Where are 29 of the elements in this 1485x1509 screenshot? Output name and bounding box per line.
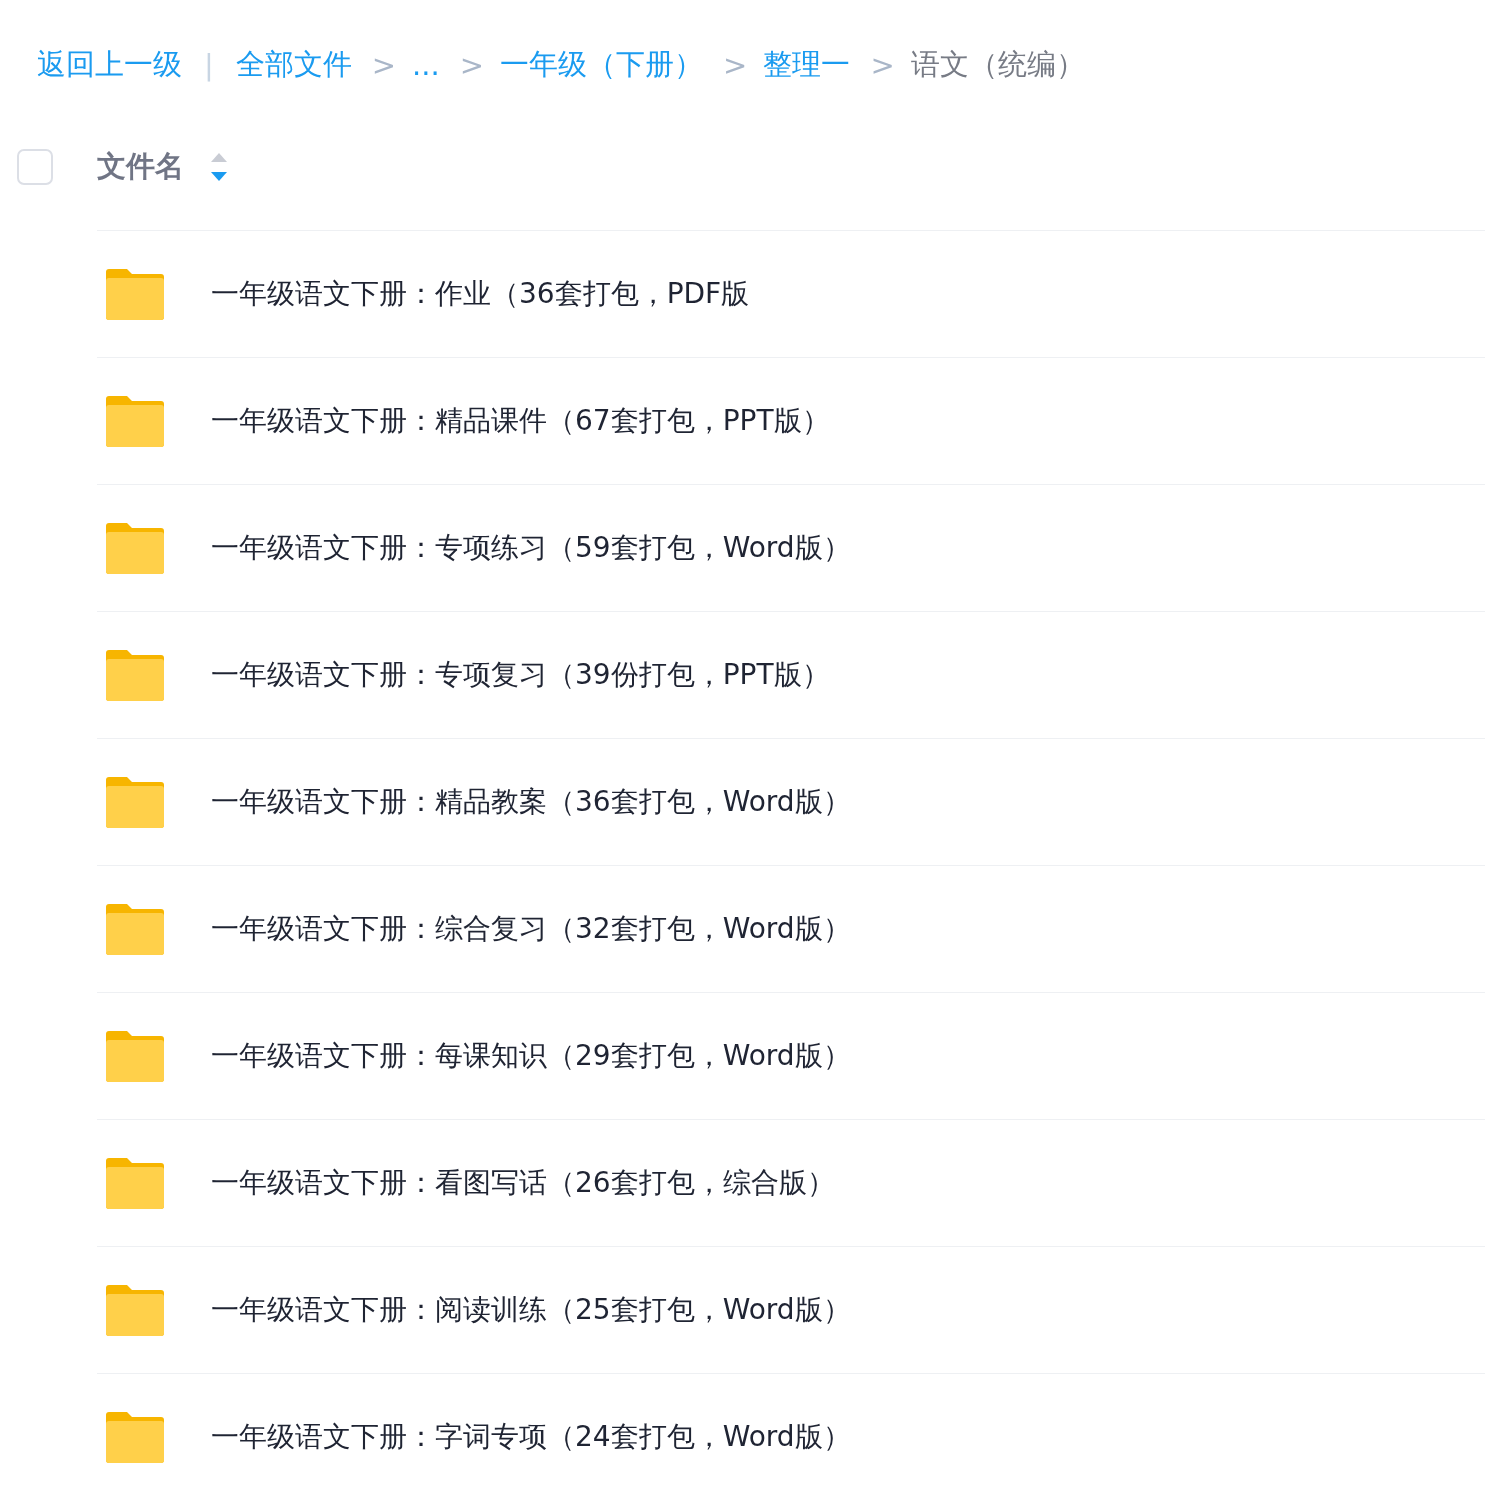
file-name[interactable]: 一年级语文下册：专项练习（59套打包，Word版）: [211, 529, 851, 567]
file-name[interactable]: 一年级语文下册：作业（36套打包，PDF版: [211, 275, 750, 313]
folder-icon: [105, 1410, 165, 1464]
folder-icon: [105, 902, 165, 956]
folder-icon: [105, 1029, 165, 1083]
file-name[interactable]: 一年级语文下册：精品课件（67套打包，PPT版）: [211, 402, 830, 440]
folder-icon: [105, 521, 165, 575]
select-all-checkbox[interactable]: [17, 149, 53, 185]
current-folder-title: 语文（统编）: [910, 46, 1085, 83]
chevron: >: [371, 48, 397, 82]
column-header[interactable]: 文件名: [97, 147, 184, 187]
folder-icon: [105, 394, 165, 448]
chevron: >: [723, 48, 748, 82]
folder-icon: [105, 775, 165, 829]
file-name[interactable]: 一年级语文下册：综合复习（32套打包，Word版）: [211, 910, 851, 948]
folder-icon: [105, 1156, 165, 1210]
file-name[interactable]: 一年级语文下册：专项复习（39份打包，PPT版）: [211, 656, 830, 694]
file-name[interactable]: 一年级语文下册：看图写话（26套打包，综合版）: [211, 1164, 835, 1202]
file-name[interactable]: 一年级语文下册：精品教案（36套打包，Word版）: [211, 783, 851, 821]
folder-icon: [105, 1283, 165, 1337]
sort-icon[interactable]: [210, 152, 228, 182]
folder-icon: [105, 648, 165, 702]
file-name[interactable]: 一年级语文下册：每课知识（29套打包，Word版）: [211, 1037, 851, 1075]
separator: |: [204, 48, 214, 82]
file-name[interactable]: 一年级语文下册：字词专项（24套打包，Word版）: [211, 1418, 851, 1456]
file-name[interactable]: 一年级语文下册：阅读训练（25套打包，Word版）: [211, 1291, 851, 1329]
chevron: >: [459, 48, 485, 82]
folder-icon: [105, 267, 165, 321]
chevron: >: [870, 48, 895, 82]
